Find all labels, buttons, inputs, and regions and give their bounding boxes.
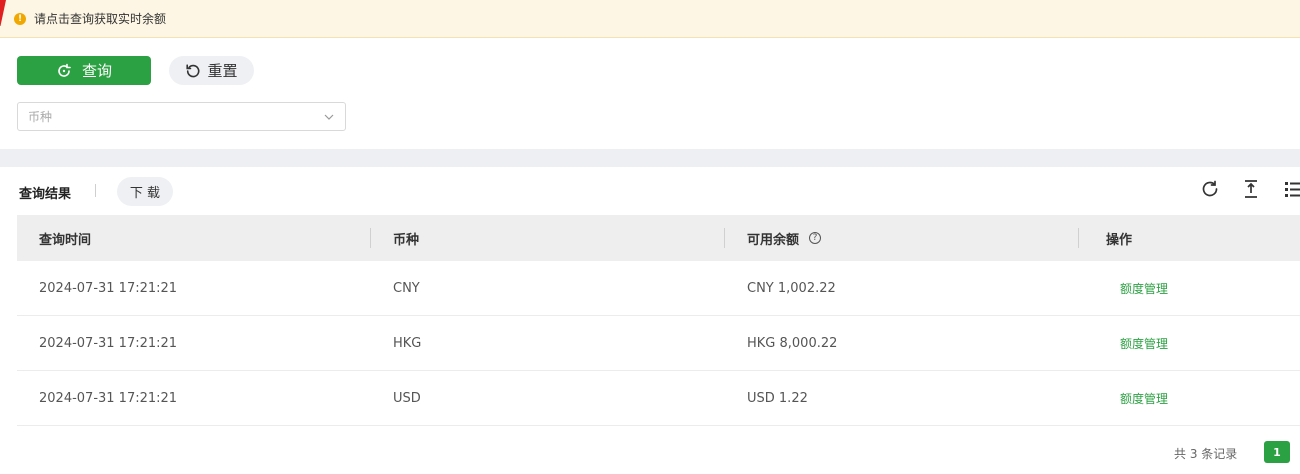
alert-text: 请点击查询获取实时余额 xyxy=(34,12,167,26)
query-button-label: 查询 xyxy=(81,62,112,80)
cell-query-time: 2024-07-31 17:21:21 xyxy=(39,280,178,296)
header-query-time: 查询时间 xyxy=(17,215,371,261)
help-icon[interactable]: ? xyxy=(809,232,822,244)
quota-management-link[interactable]: 额度管理 xyxy=(1120,337,1168,351)
reset-icon xyxy=(186,63,200,77)
cell-query-time: 2024-07-31 17:21:21 xyxy=(39,335,178,351)
section-divider xyxy=(0,149,1300,167)
page-root: ! 请点击查询获取实时余额 查询 重置 币种 查询结果 下 载 查询时间 币种 … xyxy=(0,0,1300,474)
header-available-balance: 可用余额? xyxy=(725,215,1079,261)
cell-currency: CNY xyxy=(393,280,420,296)
cell-balance: HKG 8,000.22 xyxy=(747,335,838,351)
cell-query-time: 2024-07-31 17:21:21 xyxy=(39,390,178,406)
warning-icon: ! xyxy=(14,12,26,25)
download-button[interactable]: 下 载 xyxy=(117,177,173,206)
currency-select[interactable]: 币种 xyxy=(17,102,346,131)
header-label: 币种 xyxy=(393,232,420,248)
column-settings-icon[interactable] xyxy=(1283,179,1300,199)
quota-management-link[interactable]: 额度管理 xyxy=(1120,392,1168,406)
chevron-down-icon xyxy=(324,114,334,120)
header-currency: 币种 xyxy=(371,215,725,261)
header-label: 操作 xyxy=(1106,232,1133,248)
table-row: 2024-07-31 17:21:21 HKG HKG 8,000.22 额度管… xyxy=(17,316,1300,371)
cell-balance: USD 1.22 xyxy=(747,390,808,406)
table-header: 查询时间 币种 可用余额? 操作 xyxy=(17,215,1300,261)
currency-select-placeholder: 币种 xyxy=(28,110,53,124)
alert-banner: ! 请点击查询获取实时余额 xyxy=(0,0,1300,38)
query-button[interactable]: 查询 xyxy=(17,56,151,85)
column-height-icon[interactable] xyxy=(1241,179,1261,199)
cell-currency: USD xyxy=(393,390,421,406)
refresh-icon[interactable] xyxy=(1200,179,1220,199)
cell-balance: CNY 1,002.22 xyxy=(747,280,836,296)
header-label: 查询时间 xyxy=(39,232,92,248)
cell-currency: HKG xyxy=(393,335,422,351)
reset-button[interactable]: 重置 xyxy=(169,56,254,85)
results-title: 查询结果 xyxy=(19,187,72,202)
reset-button-label: 重置 xyxy=(207,62,238,80)
balance-table: 查询时间 币种 可用余额? 操作 2024-07-31 17:21:21 CNY… xyxy=(17,215,1300,426)
quota-management-link[interactable]: 额度管理 xyxy=(1120,282,1168,296)
table-row: 2024-07-31 17:21:21 CNY CNY 1,002.22 额度管… xyxy=(17,261,1300,316)
header-operation: 操作 xyxy=(1079,215,1300,261)
title-separator xyxy=(95,184,96,197)
table-row: 2024-07-31 17:21:21 USD USD 1.22 额度管理 xyxy=(17,371,1300,426)
refresh-search-icon xyxy=(58,63,71,77)
pagination-page-button[interactable]: 1 xyxy=(1264,441,1290,463)
header-label: 可用余额 xyxy=(747,232,800,248)
total-records: 共 3 条记录 xyxy=(1174,447,1238,461)
